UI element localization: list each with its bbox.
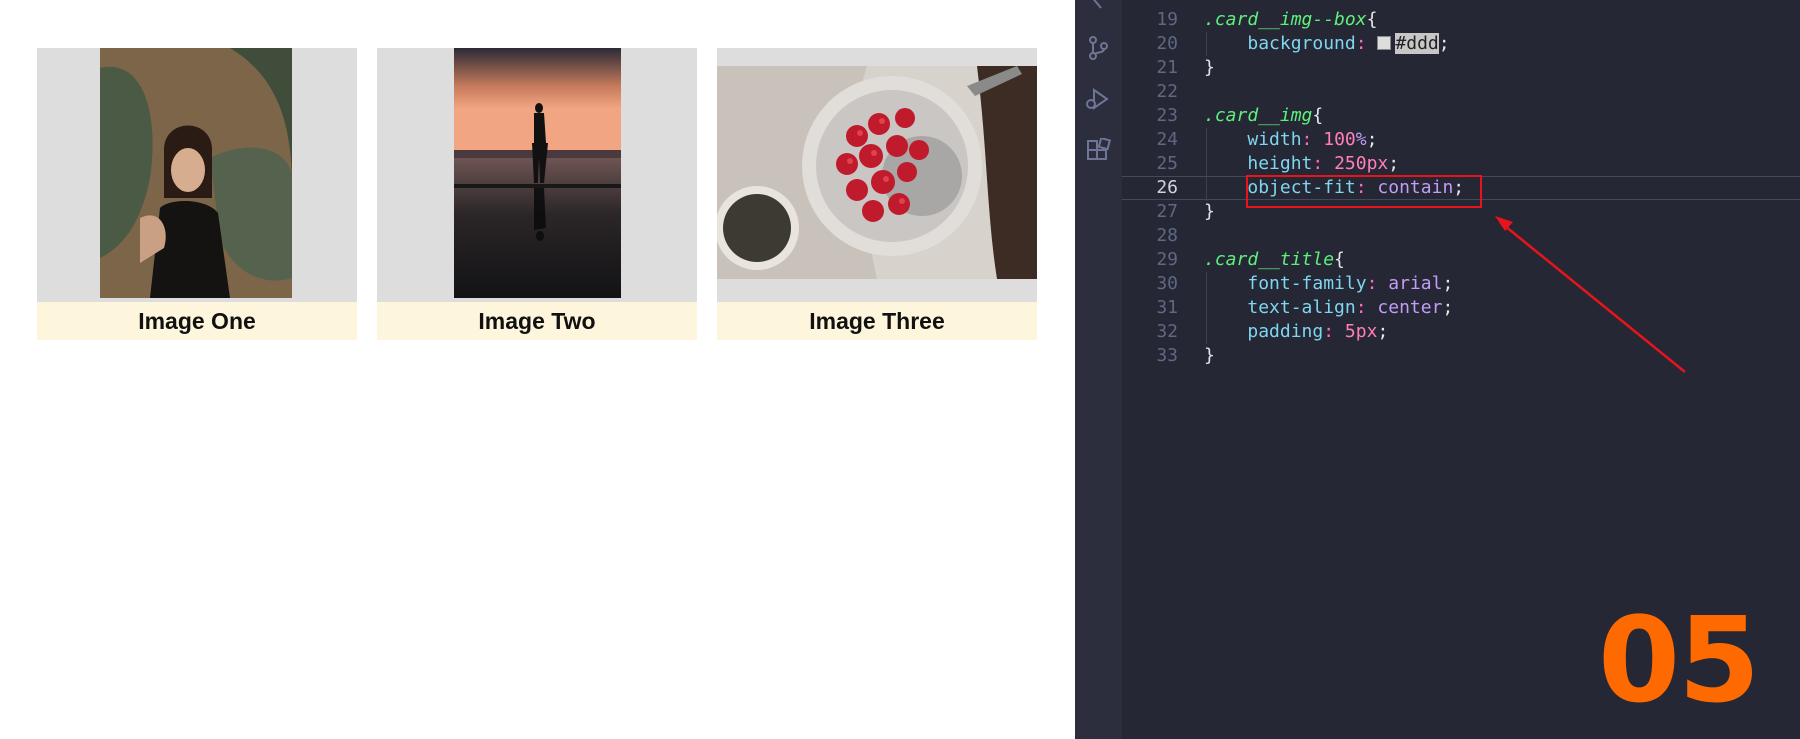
card-image-three: Image Three xyxy=(717,48,1037,340)
card-image-one: Image One xyxy=(37,48,357,340)
card-img-box xyxy=(717,48,1037,302)
woman-with-banana-leaves-photo xyxy=(100,48,292,298)
browser-preview: Image One Image Two Image Three xyxy=(0,0,1075,739)
silhouette-at-sunset-pool-photo xyxy=(454,48,621,298)
card-image-two: Image Two xyxy=(377,48,697,340)
card-img-box xyxy=(37,48,357,302)
bowl-of-raspberries-photo xyxy=(717,66,1037,279)
card-title: Image One xyxy=(37,302,357,340)
card-title: Image Two xyxy=(377,302,697,340)
card-img-box xyxy=(377,48,697,302)
step-number: 05 xyxy=(1598,591,1760,729)
card-title: Image Three xyxy=(717,302,1037,340)
